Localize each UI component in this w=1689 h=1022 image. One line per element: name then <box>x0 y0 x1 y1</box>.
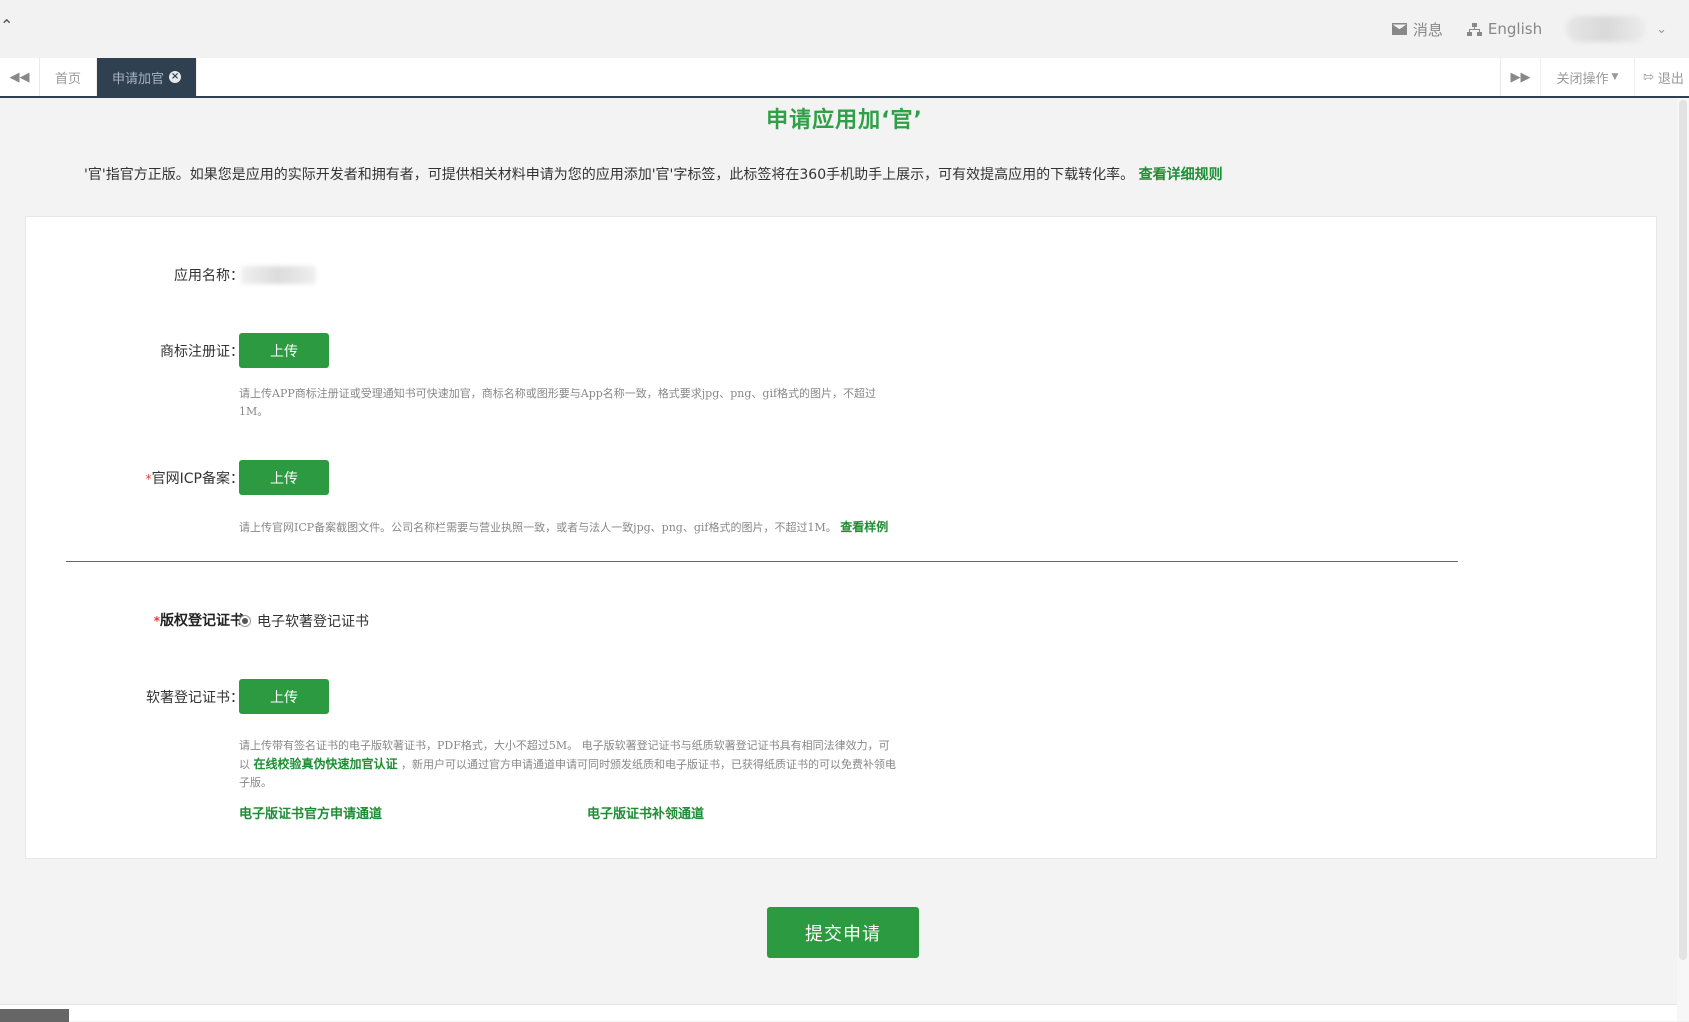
view-sample-link[interactable]: 查看样例 <box>840 520 888 534</box>
language-label: English <box>1487 20 1543 38</box>
app-name-value <box>241 266 316 284</box>
top-header: ⌃ 消息 English ⌄ <box>0 0 1689 58</box>
intro-body: '官'指官方正版。如果您是应用的实际开发者和拥有者，可提供相关材料申请为您的应用… <box>84 167 1135 183</box>
close-operations-dropdown[interactable]: 关闭操作 ▼ <box>1540 58 1634 96</box>
sitemap-icon <box>1466 22 1482 36</box>
language-link[interactable]: English <box>1466 20 1543 38</box>
trademark-upload-button[interactable]: 上传 <box>239 333 329 368</box>
menu-toggle-icon[interactable]: ⌃ <box>0 16 13 35</box>
copyright-label-text: 版权登记证书 <box>160 613 244 629</box>
icp-label: *官网ICP备案： <box>146 468 244 488</box>
caret-down-icon: ▼ <box>1611 72 1619 82</box>
icp-hint-text: 请上传官网ICP备案截图文件。公司名称栏需要与营业执照一致，或者与法人一致jpg… <box>239 521 837 534</box>
close-tab-icon[interactable]: × <box>169 71 182 83</box>
messages-label: 消息 <box>1412 20 1443 39</box>
icp-label-text: 官网ICP备案： <box>151 471 244 487</box>
intro-text: '官'指官方正版。如果您是应用的实际开发者和拥有者，可提供相关材料申请为您的应用… <box>84 164 1223 184</box>
footer-corner-block <box>0 1009 69 1022</box>
sign-out-icon: ⇰ <box>1643 69 1654 85</box>
logout-label: 退出 <box>1657 71 1684 87</box>
logout-button[interactable]: ⇰ 退出 <box>1634 58 1689 96</box>
icp-hint: 请上传官网ICP备案截图文件。公司名称栏需要与营业执照一致，或者与法人一致jpg… <box>239 518 899 537</box>
software-cert-hint: 请上传带有签名证书的电子版软著证书，PDF格式，大小不超过5M。 电子版软著登记… <box>239 737 899 792</box>
section-divider <box>66 561 1458 562</box>
tab-bar: ◀◀ 首页 申请加官 × ▶▶ 关闭操作 ▼ ⇰ 退出 <box>0 58 1689 98</box>
messages-link[interactable]: 消息 <box>1391 19 1443 40</box>
software-cert-label: 软著登记证书： <box>146 690 244 706</box>
envelope-icon <box>1391 23 1407 35</box>
scrollbar-thumb[interactable] <box>1679 100 1687 960</box>
radio-selected-icon[interactable] <box>239 615 251 627</box>
page-title: 申请应用加‘官’ <box>766 108 923 133</box>
chevron-down-icon[interactable]: ⌄ <box>1656 22 1667 37</box>
vertical-scrollbar[interactable] <box>1677 98 1689 1021</box>
icp-upload-button[interactable]: 上传 <box>239 460 329 495</box>
official-apply-channel-link[interactable]: 电子版证书官方申请通道 <box>239 803 382 822</box>
double-chevron-right-icon: ▶▶ <box>1510 69 1531 85</box>
application-form-panel: 应用名称： 商标注册证： 上传 请上传APP商标注册证或受理通知书可快速加官，商… <box>25 216 1657 859</box>
app-name-label: 应用名称： <box>174 268 244 284</box>
tab-home-label: 首页 <box>55 71 82 87</box>
submit-application-button[interactable]: 提交申请 <box>767 907 919 958</box>
tab-apply-official-label: 申请加官 <box>112 71 165 87</box>
page-footer <box>0 1004 1677 1022</box>
tab-list: 首页 申请加官 × <box>40 58 198 96</box>
electronic-cert-option: 电子软著登记证书 <box>257 614 369 630</box>
close-operations-label: 关闭操作 <box>1556 71 1609 87</box>
online-verify-link[interactable]: 在线校验真伪快速加官认证 <box>254 757 398 771</box>
software-cert-upload-button[interactable]: 上传 <box>239 679 329 714</box>
tab-scroll-left-button[interactable]: ◀◀ <box>0 58 40 96</box>
header-nav: 消息 English ⌄ <box>1391 0 1689 58</box>
tab-scroll-right-button[interactable]: ▶▶ <box>1500 58 1540 96</box>
double-chevron-left-icon: ◀◀ <box>9 69 30 85</box>
reissue-channel-link[interactable]: 电子版证书补领通道 <box>587 803 704 822</box>
detail-rules-link[interactable]: 查看详细规则 <box>1139 167 1223 183</box>
trademark-hint: 请上传APP商标注册证或受理通知书可快速加官，商标名称或图形要与App名称一致，… <box>239 387 877 418</box>
electronic-cert-radio[interactable]: 电子软著登记证书 <box>239 611 369 631</box>
trademark-label: 商标注册证： <box>160 344 244 360</box>
tab-home[interactable]: 首页 <box>40 58 98 96</box>
tab-apply-official[interactable]: 申请加官 × <box>97 58 198 96</box>
copyright-label: *版权登记证书 <box>154 610 244 630</box>
user-avatar[interactable] <box>1566 16 1647 42</box>
